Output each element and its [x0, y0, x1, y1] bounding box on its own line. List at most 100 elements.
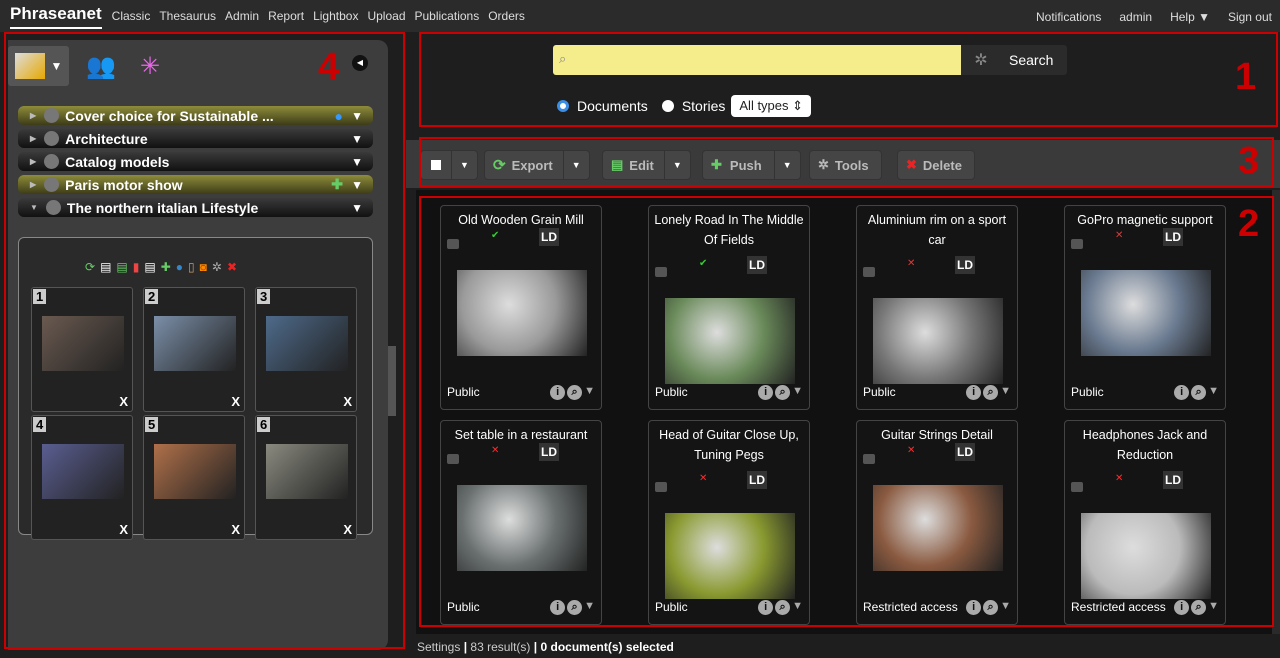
remove-item-button[interactable]: X — [343, 394, 352, 409]
thumbnail-image[interactable] — [42, 316, 124, 371]
info-icon[interactable]: i — [1174, 385, 1190, 400]
basket-item[interactable]: 1X — [31, 287, 133, 412]
record-card[interactable]: Head of Guitar Close Up, Tuning Pegs ✕ LD P… — [648, 420, 810, 625]
thumbnail-image[interactable] — [154, 316, 236, 371]
type-select[interactable]: All types ⇕ — [731, 95, 812, 117]
nav-right-link[interactable]: Sign out — [1228, 10, 1272, 24]
collapsed-arrow-icon[interactable]: ▶ — [30, 157, 36, 166]
chevron-down-icon[interactable]: ▼ — [584, 600, 595, 615]
panel-resize-handle[interactable] — [388, 346, 396, 416]
collapse-panel-button[interactable]: ◀ — [352, 55, 368, 71]
nav-link-admin[interactable]: Admin — [225, 9, 259, 23]
chevron-down-icon[interactable]: ▼ — [584, 385, 595, 400]
nav-link-orders[interactable]: Orders — [488, 9, 525, 23]
print-icon[interactable]: ▤ — [100, 260, 111, 274]
results-scrollbar[interactable] — [1272, 190, 1280, 634]
remove-item-button[interactable]: X — [231, 522, 240, 537]
preview-icon[interactable]: ⌕ — [983, 385, 999, 400]
nav-right-link[interactable]: Help ▼ — [1170, 10, 1210, 24]
nav-link-thesaurus[interactable]: Thesaurus — [159, 9, 216, 23]
record-card[interactable]: Aluminium rim on a sport car ✕ LD Public i ⌕ ▼ — [856, 205, 1018, 410]
push-icon[interactable]: ✚ — [161, 260, 171, 274]
status-icon[interactable]: ▮ — [133, 260, 140, 274]
remove-item-button[interactable]: X — [119, 394, 128, 409]
remove-item-button[interactable]: X — [119, 522, 128, 537]
rss-icon[interactable]: ◙ — [200, 260, 207, 274]
basket-header[interactable]: ▶ Cover choice for Sustainable ... ● ▼ — [18, 106, 373, 125]
documents-radio[interactable] — [557, 100, 569, 112]
stories-radio[interactable] — [661, 100, 674, 112]
settings-link[interactable]: Settings — [417, 640, 460, 654]
record-card[interactable]: Headphones Jack and Reduction ✕ LD Restrict… — [1064, 420, 1226, 625]
search-input[interactable] — [553, 45, 961, 75]
gear-icon[interactable]: ✲ — [961, 50, 1001, 70]
record-thumbnail[interactable] — [1081, 270, 1211, 356]
thumbnail-image[interactable] — [154, 444, 236, 499]
basket-item[interactable]: 2X — [143, 287, 245, 412]
basket-item[interactable]: 4X — [31, 415, 133, 540]
chevron-down-icon[interactable]: ▼ — [1000, 600, 1011, 615]
chevron-down-icon[interactable]: ▼ — [663, 151, 690, 179]
delete-icon[interactable]: ✖ — [227, 260, 237, 274]
nav-link-lightbox[interactable]: Lightbox — [313, 9, 358, 23]
preview-icon[interactable]: ⌕ — [1191, 600, 1207, 615]
basket-header[interactable]: ▶ Catalog models ▼ — [18, 152, 373, 171]
preview-icon[interactable]: ⌕ — [567, 385, 583, 400]
preview-icon[interactable]: ⌕ — [983, 600, 999, 615]
brand-logo[interactable]: Phraseanet — [10, 4, 102, 29]
record-card[interactable]: Guitar Strings Detail ✕ LD Restricted acces… — [856, 420, 1018, 625]
chevron-down-icon[interactable]: ▼ — [1000, 385, 1011, 400]
thumbnail-image[interactable] — [266, 444, 348, 499]
chevron-down-icon[interactable]: ▼ — [351, 132, 363, 146]
info-icon[interactable]: i — [550, 385, 566, 400]
record-thumbnail[interactable] — [873, 298, 1003, 384]
record-card[interactable]: Lonely Road In The Middle Of Fields ✔ LD Pu… — [648, 205, 810, 410]
remove-item-button[interactable]: X — [231, 394, 240, 409]
nav-right-link[interactable]: Notifications — [1036, 10, 1101, 24]
door-icon[interactable]: ▯ — [188, 260, 195, 274]
chevron-down-icon[interactable]: ▼ — [351, 109, 363, 123]
info-icon[interactable]: i — [550, 600, 566, 615]
chevron-down-icon[interactable]: ▼ — [451, 151, 477, 179]
tools-button[interactable]: ✲ Tools — [809, 150, 882, 180]
push-button[interactable]: ✚ Push ▼ — [702, 150, 801, 180]
feedback-icon[interactable]: ● — [176, 260, 183, 274]
delete-button[interactable]: ✖ Delete — [897, 150, 975, 180]
users-chat-icon[interactable]: 👥 — [86, 52, 120, 84]
chevron-down-icon[interactable]: ▼ — [1208, 385, 1219, 400]
select-all-dropdown[interactable]: ▼ — [420, 150, 478, 180]
chevron-down-icon[interactable]: ▼ — [792, 385, 803, 400]
basket-header[interactable]: ▶ Paris motor show ✚ ▼ — [18, 175, 373, 194]
collapsed-arrow-icon[interactable]: ▶ — [30, 180, 36, 189]
collapsed-arrow-icon[interactable]: ▶ — [30, 134, 36, 143]
preview-icon[interactable]: ⌕ — [567, 600, 583, 615]
info-icon[interactable]: i — [966, 600, 982, 615]
nav-link-report[interactable]: Report — [268, 9, 304, 23]
export-button[interactable]: ⟳ Export ▼ — [484, 150, 590, 180]
basket-item[interactable]: 3X — [255, 287, 357, 412]
preview-icon[interactable]: ⌕ — [775, 385, 791, 400]
record-thumbnail[interactable] — [665, 298, 795, 384]
record-thumbnail[interactable] — [665, 513, 795, 599]
thumbnail-image[interactable] — [266, 316, 348, 371]
edit-icon[interactable]: ▤ — [116, 260, 127, 274]
thumbnail-image[interactable] — [42, 444, 124, 499]
search-button[interactable]: ✲ Search — [961, 45, 1067, 75]
chevron-down-icon[interactable]: ▼ — [792, 600, 803, 615]
record-card[interactable]: GoPro magnetic support ✕ LD Public i ⌕ ▼ — [1064, 205, 1226, 410]
record-card[interactable]: Set table in a restaurant ✕ LD Public i ⌕ ▼ — [440, 420, 602, 625]
nav-link-upload[interactable]: Upload — [367, 9, 405, 23]
preview-icon[interactable]: ⌕ — [1191, 385, 1207, 400]
record-thumbnail[interactable] — [457, 270, 587, 356]
chevron-down-icon[interactable]: ▼ — [1208, 600, 1219, 615]
info-icon[interactable]: i — [758, 600, 774, 615]
record-thumbnail[interactable] — [457, 485, 587, 571]
info-icon[interactable]: i — [758, 385, 774, 400]
chevron-down-icon[interactable]: ▼ — [351, 155, 363, 169]
collapsed-arrow-icon[interactable]: ▶ — [30, 111, 36, 120]
basket-header[interactable]: ▼ The northern italian Lifestyle ▼ — [18, 198, 373, 217]
chevron-down-icon[interactable]: ▼ — [351, 201, 363, 215]
chevron-down-icon[interactable]: ▼ — [562, 151, 589, 179]
nav-link-classic[interactable]: Classic — [112, 9, 151, 23]
select-checkbox[interactable] — [431, 160, 441, 170]
